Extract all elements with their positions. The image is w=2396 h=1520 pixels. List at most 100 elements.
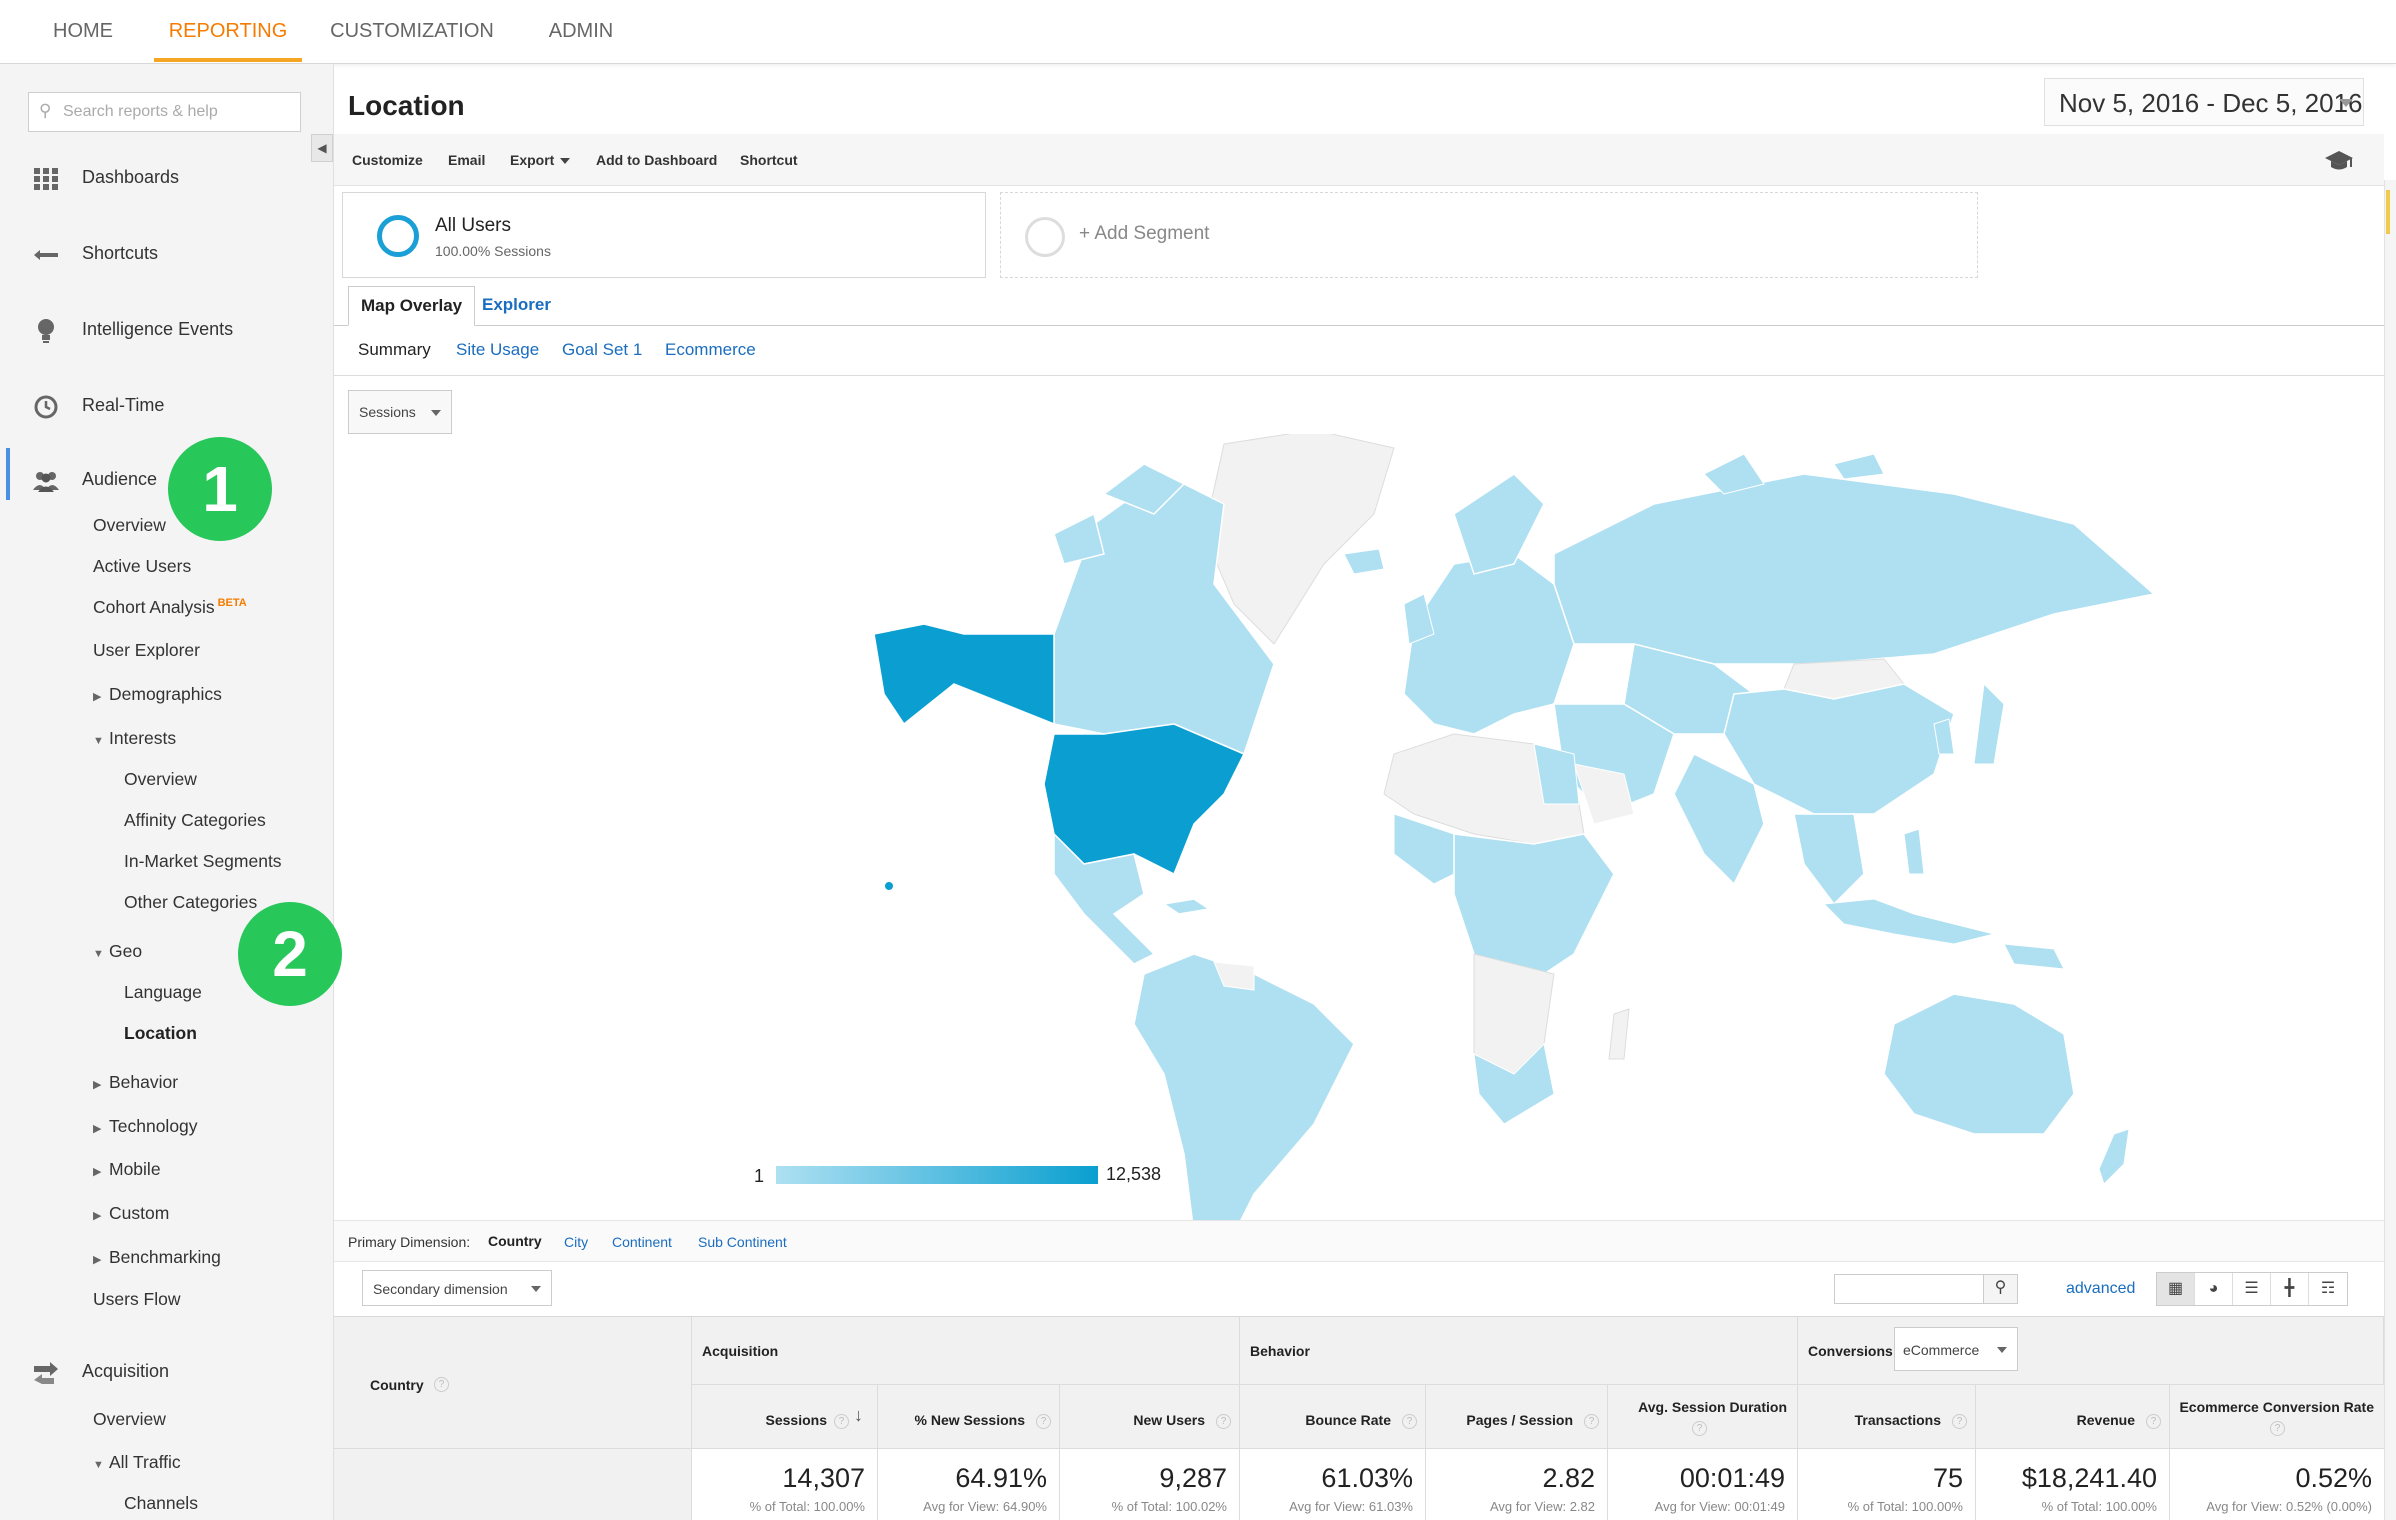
- column-header-sessions[interactable]: Sessions?: [692, 1385, 878, 1449]
- sidebar-active-users[interactable]: Active Users: [93, 556, 191, 577]
- total-value: 75: [1932, 1463, 1963, 1493]
- sidebar-audience-overview[interactable]: Overview: [93, 515, 166, 536]
- table-view-icon[interactable]: ▦: [2157, 1273, 2195, 1305]
- subtab-goal-set-1[interactable]: Goal Set 1: [562, 340, 642, 360]
- search-icon[interactable]: ⚲: [1983, 1275, 2017, 1303]
- sidebar-technology[interactable]: ▶ Technology: [93, 1116, 198, 1137]
- sidebar-behavior[interactable]: ▶ Behavior: [93, 1072, 178, 1093]
- column-label: New Users: [1133, 1412, 1205, 1428]
- sidebar-item-dashboards[interactable]: Dashboards: [0, 154, 334, 202]
- column-header-new-users[interactable]: New Users?: [1060, 1385, 1240, 1449]
- subtab-ecommerce[interactable]: Ecommerce: [665, 340, 756, 360]
- help-icon[interactable]: ?: [1036, 1414, 1051, 1429]
- map-region-new-zealand: [2098, 1128, 2130, 1185]
- chevron-down-icon: [431, 410, 441, 416]
- email-button[interactable]: Email: [448, 152, 485, 168]
- help-icon[interactable]: ?: [1402, 1414, 1417, 1429]
- geo-label: Geo: [109, 941, 143, 961]
- segment-all-users[interactable]: All Users 100.00% Sessions: [342, 192, 986, 278]
- subtab-site-usage[interactable]: Site Usage: [456, 340, 539, 360]
- advanced-filter-link[interactable]: advanced: [2066, 1280, 2135, 1298]
- tab-explorer[interactable]: Explorer: [470, 286, 563, 326]
- dimension-city[interactable]: City: [564, 1234, 588, 1250]
- sort-descending-icon[interactable]: ↓: [854, 1405, 863, 1426]
- sidebar-item-intelligence-events[interactable]: Intelligence Events: [0, 306, 334, 354]
- add-to-dashboard-button[interactable]: Add to Dashboard: [596, 152, 717, 168]
- sidebar-user-explorer[interactable]: User Explorer: [93, 640, 200, 661]
- sidebar-item-real-time[interactable]: Real-Time: [0, 382, 334, 430]
- help-icon[interactable]: ?: [1584, 1414, 1599, 1429]
- conversions-select[interactable]: eCommerce: [1894, 1327, 2018, 1371]
- date-range-picker[interactable]: Nov 5, 2016 - Dec 5, 2016: [2044, 78, 2364, 126]
- shortcut-button[interactable]: Shortcut: [740, 152, 798, 168]
- sidebar-item-acquisition[interactable]: Acquisition: [0, 1348, 334, 1396]
- sidebar-interests-overview[interactable]: Overview: [124, 769, 197, 790]
- export-button[interactable]: Export: [510, 152, 571, 168]
- column-label: Avg. Session Duration: [1638, 1399, 1787, 1415]
- sidebar-in-market-segments[interactable]: In-Market Segments: [124, 851, 282, 872]
- column-header-transactions[interactable]: Transactions?: [1798, 1385, 1976, 1449]
- map-region-hawaii: [885, 882, 893, 890]
- sidebar-acquisition-overview[interactable]: Overview: [93, 1409, 166, 1430]
- help-icon[interactable]: ?: [1692, 1421, 1707, 1436]
- sidebar-item-audience[interactable]: Audience: [0, 456, 334, 504]
- sidebar-location[interactable]: Location: [124, 1023, 197, 1044]
- sidebar-benchmarking[interactable]: ▶ Benchmarking: [93, 1247, 221, 1268]
- help-icon[interactable]: ?: [434, 1377, 449, 1392]
- comparison-view-icon[interactable]: ╋: [2271, 1273, 2309, 1305]
- sidebar-cohort-analysis[interactable]: Cohort Analysis BETA: [93, 597, 247, 618]
- column-header-revenue[interactable]: Revenue?: [1976, 1385, 2170, 1449]
- total-subtext: % of Total: 100.02%: [1111, 1499, 1227, 1514]
- help-icon[interactable]: ?: [2146, 1414, 2161, 1429]
- map-metric-select[interactable]: Sessions: [348, 390, 452, 434]
- help-icon[interactable]: ?: [2270, 1421, 2285, 1436]
- pivot-view-icon[interactable]: ☶: [2309, 1273, 2347, 1305]
- pie-view-icon[interactable]: ◕: [2195, 1273, 2233, 1305]
- group-label: Behavior: [1250, 1343, 1310, 1359]
- sidebar-language[interactable]: Language: [124, 982, 202, 1003]
- world-map[interactable]: [754, 434, 2314, 1254]
- nav-reporting[interactable]: REPORTING: [154, 0, 302, 62]
- sidebar-item-shortcuts[interactable]: Shortcuts: [0, 230, 334, 278]
- sidebar-demographics[interactable]: ▶ Demographics: [93, 684, 222, 705]
- sidebar-mobile[interactable]: ▶ Mobile: [93, 1159, 161, 1180]
- table-search-input[interactable]: [1835, 1275, 1983, 1303]
- sidebar-affinity-categories[interactable]: Affinity Categories: [124, 810, 266, 831]
- column-header-new-sessions[interactable]: % New Sessions?: [878, 1385, 1060, 1449]
- page-scrollbar[interactable]: [2384, 180, 2396, 1520]
- table-search[interactable]: ⚲: [1834, 1274, 2018, 1304]
- nav-admin[interactable]: ADMIN: [532, 0, 630, 62]
- column-header-avg-session-duration[interactable]: Avg. Session Duration?: [1608, 1385, 1798, 1449]
- empty-ring-icon: [1025, 217, 1065, 257]
- country-column-header[interactable]: Country ?: [334, 1317, 692, 1449]
- sidebar-channels[interactable]: Channels: [124, 1493, 198, 1514]
- sidebar-interests[interactable]: ▼ Interests: [93, 728, 176, 749]
- bar-view-icon[interactable]: ☰: [2233, 1273, 2271, 1305]
- column-header-pages-session[interactable]: Pages / Session?: [1426, 1385, 1608, 1449]
- dimension-sub-continent[interactable]: Sub Continent: [698, 1234, 787, 1250]
- nav-home[interactable]: HOME: [36, 0, 130, 62]
- help-icon[interactable]: ?: [1952, 1414, 1967, 1429]
- sidebar-other-categories[interactable]: Other Categories: [124, 892, 257, 913]
- graduation-cap-icon[interactable]: [2324, 148, 2354, 172]
- help-icon[interactable]: ?: [834, 1414, 849, 1429]
- sidebar-search[interactable]: ⚲: [28, 92, 301, 132]
- secondary-dimension-select[interactable]: Secondary dimension: [362, 1270, 552, 1306]
- add-segment-button[interactable]: + Add Segment: [1000, 192, 1978, 278]
- help-icon[interactable]: ?: [1216, 1414, 1231, 1429]
- sidebar-all-traffic[interactable]: ▼ All Traffic: [93, 1452, 181, 1473]
- nav-customization[interactable]: CUSTOMIZATION: [326, 0, 498, 62]
- date-range-label: Nov 5, 2016 - Dec 5, 2016: [2059, 88, 2363, 118]
- behavior-label: Behavior: [109, 1072, 179, 1092]
- dimension-continent[interactable]: Continent: [612, 1234, 672, 1250]
- map-region-southeast-asia: [1793, 813, 1865, 906]
- column-header-bounce-rate[interactable]: Bounce Rate?: [1240, 1385, 1426, 1449]
- sidebar-users-flow[interactable]: Users Flow: [93, 1289, 181, 1310]
- subtab-summary[interactable]: Summary: [358, 340, 431, 360]
- tab-map-overlay[interactable]: Map Overlay: [348, 286, 476, 326]
- search-input[interactable]: [63, 97, 293, 127]
- sidebar-custom[interactable]: ▶ Custom: [93, 1203, 169, 1224]
- sidebar-geo[interactable]: ▼ Geo: [93, 941, 142, 962]
- column-header-ecommerce-conversion-rate[interactable]: Ecommerce Conversion Rate?: [2170, 1385, 2384, 1449]
- customize-button[interactable]: Customize: [352, 152, 423, 168]
